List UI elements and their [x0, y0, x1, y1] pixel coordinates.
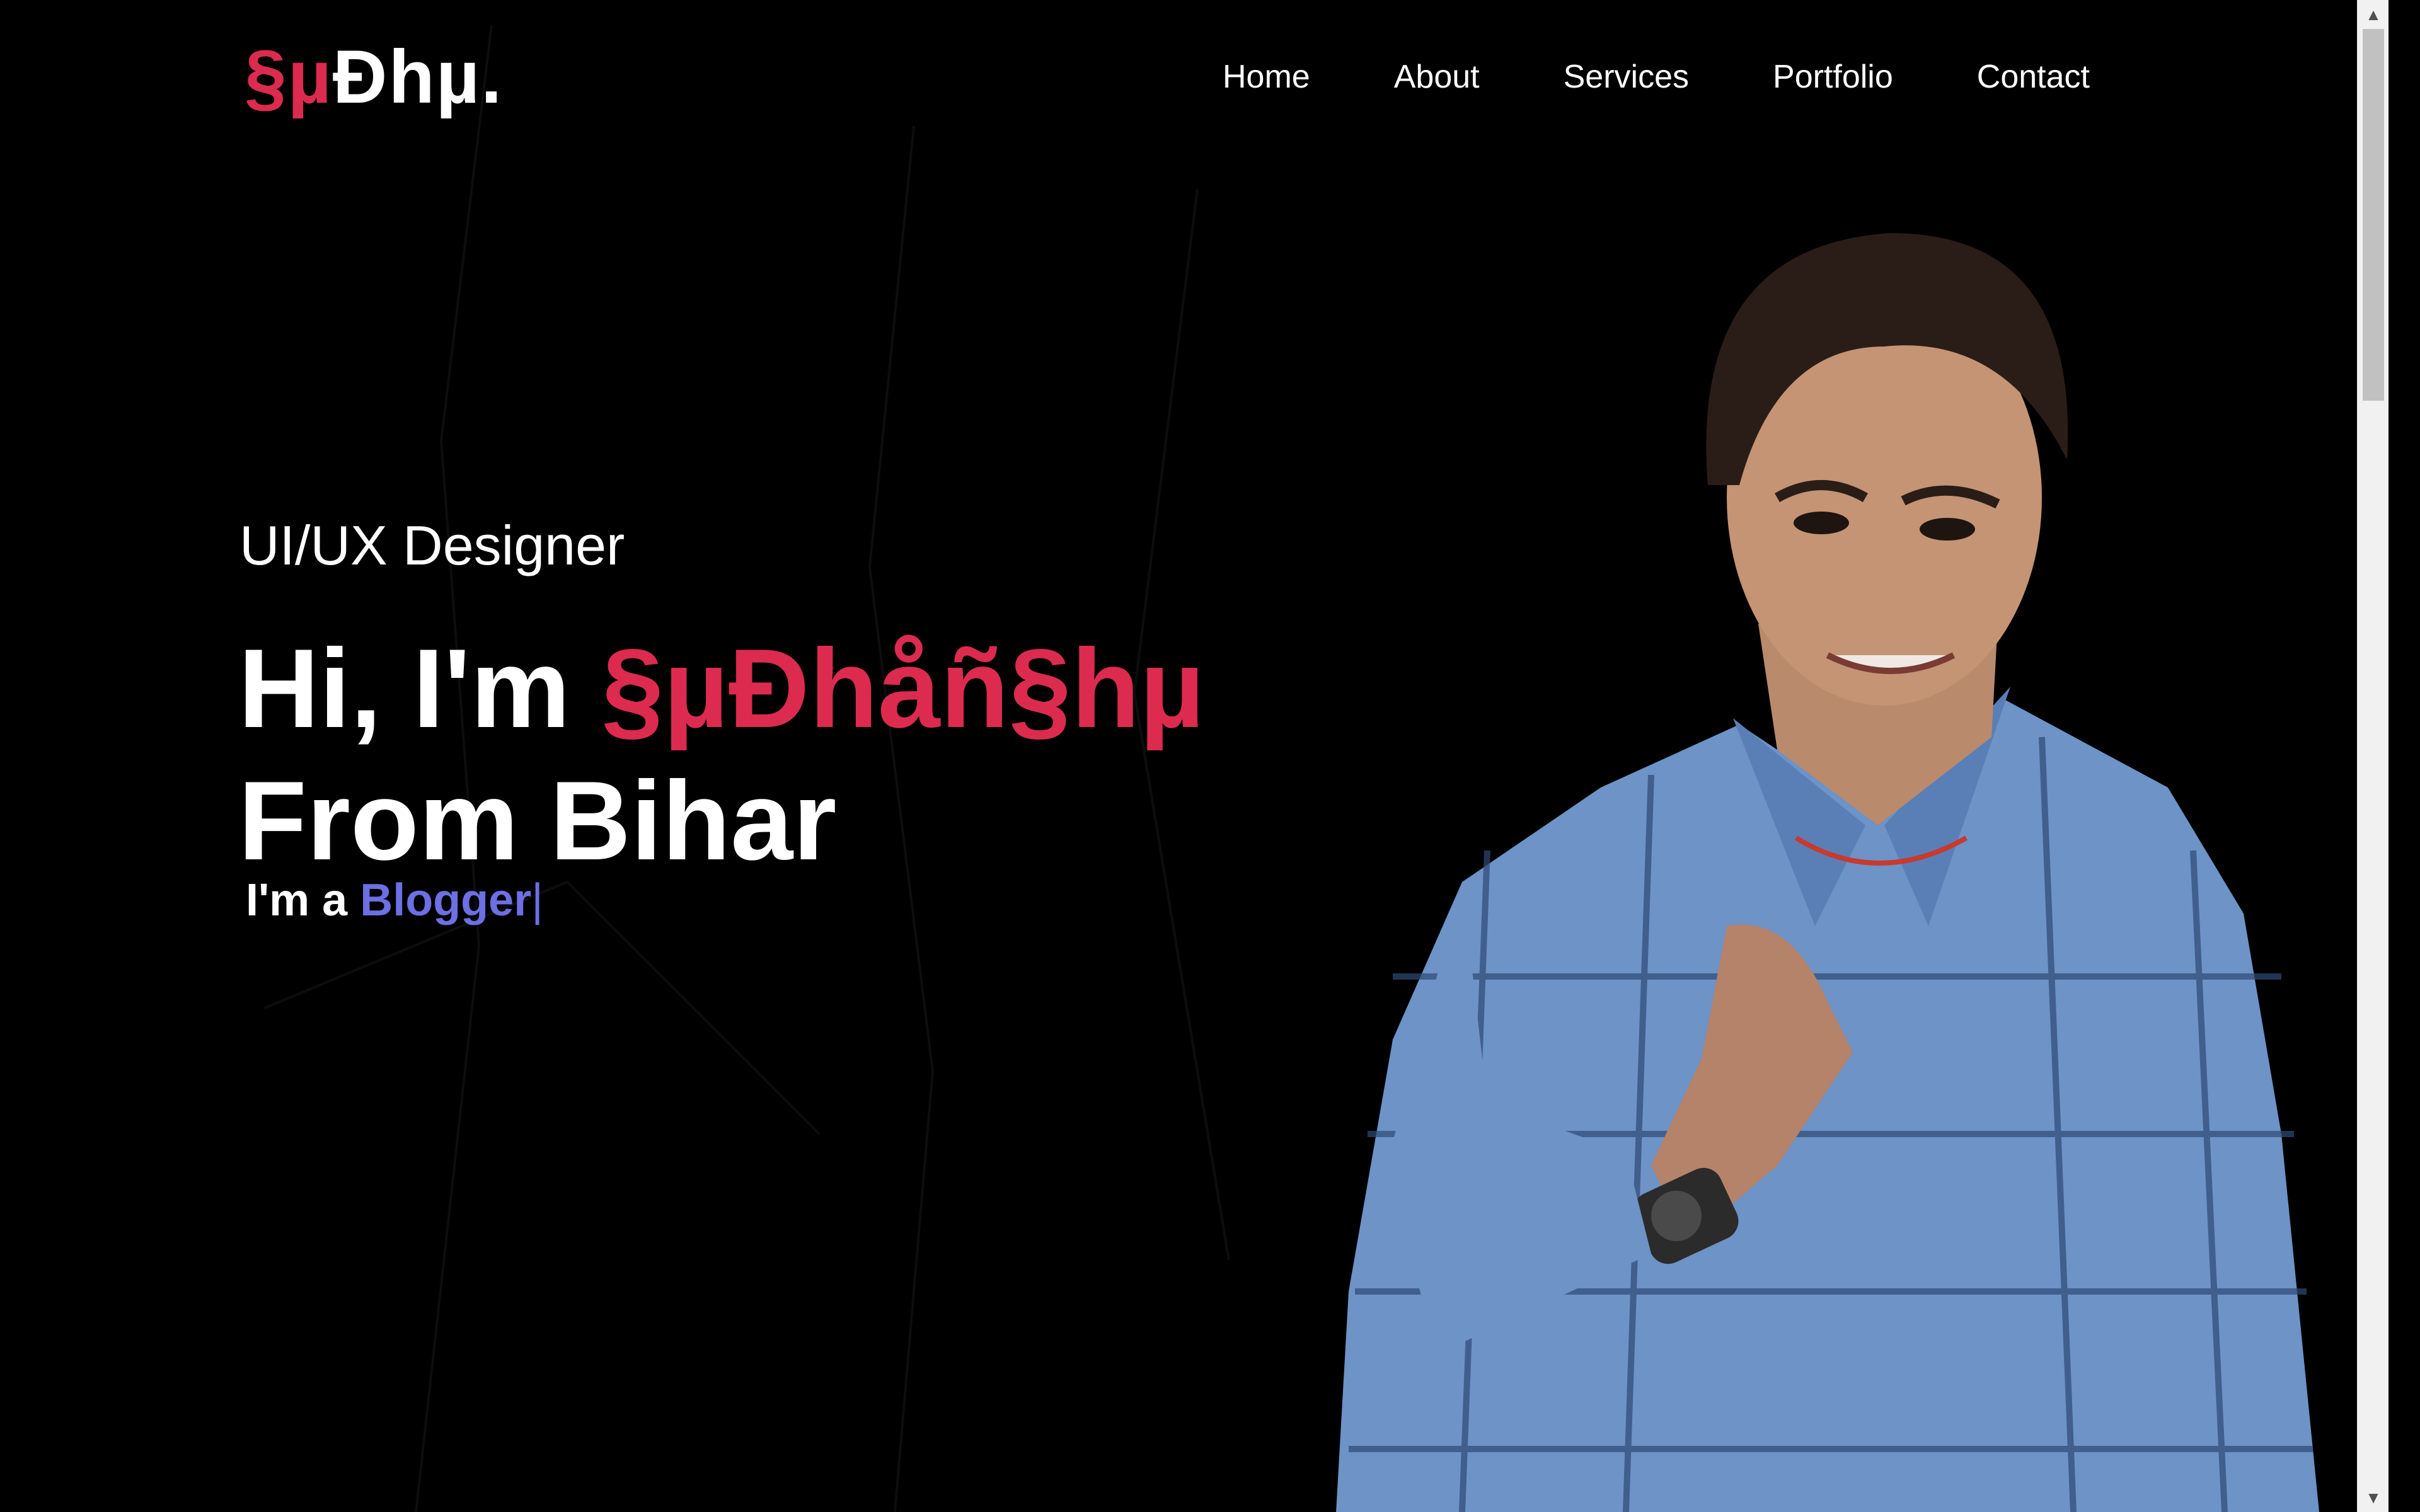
nav-contact-link[interactable]: Contact: [1977, 58, 2090, 96]
nav-services-link[interactable]: Services: [1564, 58, 1689, 96]
nav-portfolio-link[interactable]: Portfolio: [1773, 58, 1893, 96]
typed-role-line: I'm a Blogger|: [246, 875, 543, 925]
hero-location: From Bihar: [238, 758, 837, 883]
portfolio-page: §µÐhµ. Home About Services Portfolio Con…: [0, 0, 2388, 1512]
hero-subtitle: UI/UX Designer: [239, 514, 625, 576]
typed-prefix: I'm a: [246, 875, 360, 925]
chevron-up-icon[interactable]: ▲: [2358, 0, 2388, 29]
logo-main: Ðhµ.: [332, 35, 504, 119]
logo-accent: §µ: [245, 35, 333, 119]
page-scrollbar[interactable]: ▲ ▼: [2357, 0, 2388, 1512]
hero-headline: Hi, I'm §µÐhåñ§hµ From Bihar: [238, 622, 1204, 887]
site-logo[interactable]: §µÐhµ.: [245, 39, 503, 115]
chevron-down-icon[interactable]: ▼: [2358, 1483, 2388, 1512]
typed-role: Blogger: [360, 875, 532, 925]
main-nav: Home About Services Portfolio Contact: [1223, 58, 2090, 96]
hero-name: §µÐhåñ§hµ: [601, 626, 1205, 751]
scrollbar-thumb[interactable]: [2363, 29, 2384, 401]
hero-greeting: Hi, I'm: [238, 626, 602, 751]
profile-photo: [1336, 233, 2319, 1512]
typed-cursor: |: [531, 875, 543, 925]
nav-home-link[interactable]: Home: [1223, 58, 1310, 96]
nav-about-link[interactable]: About: [1394, 58, 1480, 96]
